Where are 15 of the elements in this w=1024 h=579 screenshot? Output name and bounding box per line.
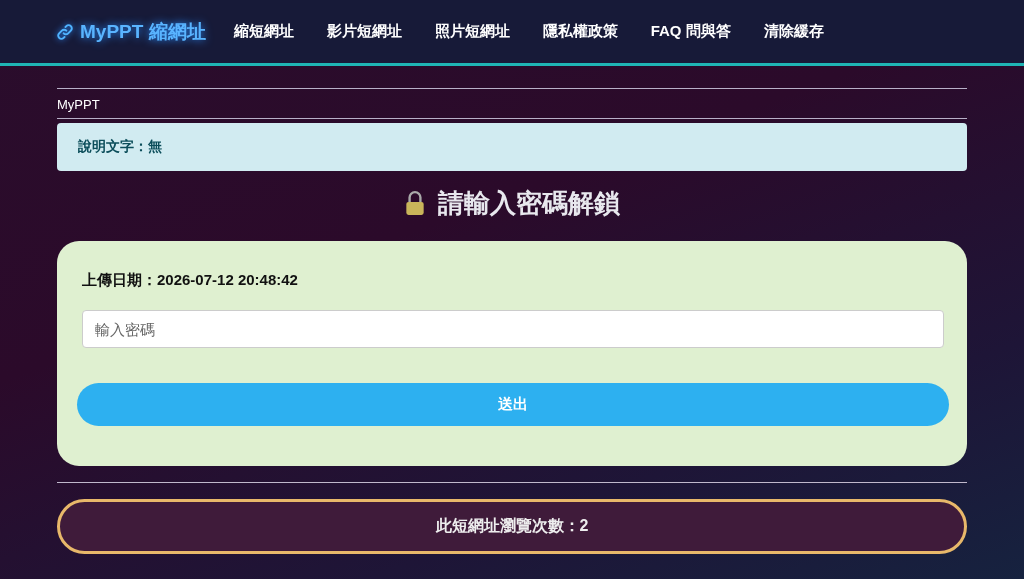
upload-date: 上傳日期：2026-07-12 20:48:42 [81,271,299,290]
nav-link[interactable]: 隱私權政策 [542,22,618,41]
description-alert: 說明文字：無 [57,123,967,171]
password-field[interactable]: 輸入密碼 [82,310,944,348]
brand-link[interactable]: MyPPT 縮網址 [56,18,206,45]
breadcrumb: MyPPT [57,97,100,112]
link-icon [56,22,74,41]
view-count-panel: 此短網址瀏覽次數：2 [57,499,967,554]
page-heading: 請輸入密碼解鎖 [438,186,620,220]
nav-link[interactable]: FAQ 問與答 [650,22,731,41]
nav-link[interactable]: 清除緩存 [763,22,824,41]
nav-link[interactable]: 縮短網址 [233,22,294,41]
nav-link[interactable]: 影片短網址 [326,22,402,41]
padlock-icon [404,190,426,216]
nav-link[interactable]: 照片短網址 [434,22,510,41]
